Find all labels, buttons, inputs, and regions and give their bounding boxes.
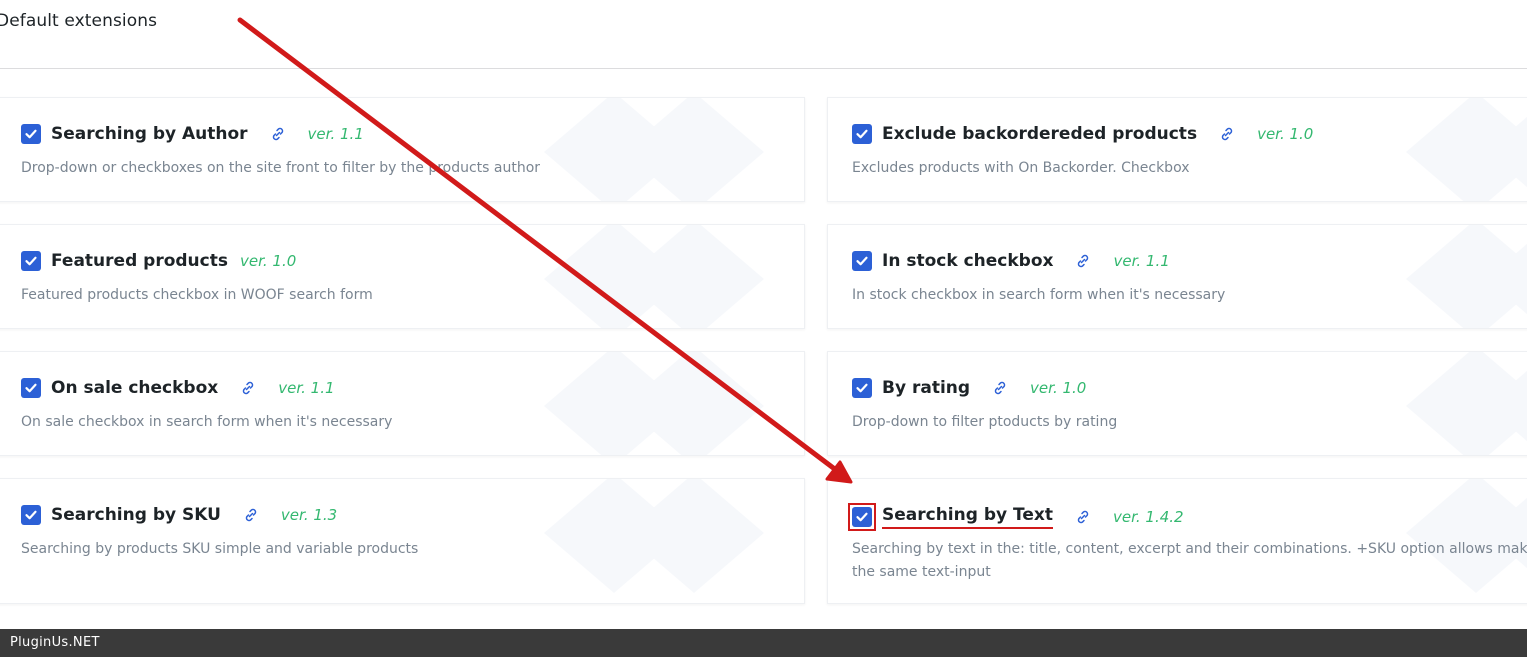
checkmark-icon (25, 510, 37, 520)
box-logo-icon (1406, 225, 1527, 328)
extension-description: In stock checkbox in search form when it… (852, 287, 1226, 303)
extension-checkbox[interactable] (21, 251, 41, 271)
link-icon[interactable] (240, 380, 256, 396)
extension-card-on-sale: On sale checkbox ver. 1.1 On sale checkb… (0, 351, 805, 456)
extension-description: Drop-down or checkboxes on the site fron… (21, 160, 541, 176)
description-line: the same text-input (852, 564, 991, 580)
checkmark-icon (856, 256, 868, 266)
box-logo-icon (544, 352, 764, 455)
extension-checkbox[interactable] (852, 251, 872, 271)
link-icon[interactable] (1219, 126, 1235, 142)
box-logo-icon (544, 479, 764, 593)
link-icon[interactable] (270, 126, 286, 142)
extension-version: ver. 1.1 (1113, 252, 1170, 270)
extension-title: Featured products (51, 251, 228, 271)
extension-checkbox[interactable] (21, 505, 41, 525)
extension-title: Searching by SKU (51, 505, 221, 525)
extension-title: By rating (882, 378, 971, 398)
extension-card-featured-products: Featured products ver. 1.0 Featured prod… (0, 224, 805, 329)
checkmark-icon (25, 256, 37, 266)
checkmark-icon (856, 512, 868, 522)
extension-description: Searching by products SKU simple and var… (21, 541, 419, 557)
divider (0, 68, 1527, 69)
extension-title: In stock checkbox (882, 251, 1054, 271)
extension-title: Searching by Text (882, 505, 1053, 529)
extension-title: Exclude backorderedеd products (882, 124, 1198, 144)
extension-version: ver. 1.1 (307, 125, 364, 143)
box-logo-icon (544, 225, 764, 328)
checkbox-highlight (848, 503, 876, 531)
extension-version: ver. 1.3 (280, 506, 338, 524)
extension-description: Drop-down to filter ptoducts by rating (852, 414, 1118, 430)
link-icon[interactable] (243, 507, 259, 523)
extension-checkbox[interactable] (852, 378, 872, 398)
extension-title: Searching by Author (51, 124, 248, 144)
extension-card-by-rating: By rating ver. 1.0 Drop-down to filter p… (827, 351, 1527, 456)
extension-version: ver. 1.0 (239, 252, 297, 270)
extension-card-exclude-backordered: Exclude backorderedеd products ver. 1.0 … (827, 97, 1527, 202)
page-title: Default extensions (0, 11, 158, 31)
extension-description: Featured products checkbox in WOOF searc… (21, 287, 373, 303)
extension-card-searching-by-sku: Searching by SKU ver. 1.3 Searching by p… (0, 478, 805, 604)
checkmark-icon (25, 129, 37, 139)
link-icon[interactable] (1075, 509, 1091, 525)
box-logo-icon (1406, 352, 1527, 455)
checkmark-icon (856, 383, 868, 393)
extension-card-searching-by-author: Searching by Author ver. 1.1 Drop-down o… (0, 97, 805, 202)
extension-checkbox[interactable] (852, 507, 872, 527)
box-logo-icon (1406, 98, 1527, 201)
extension-card-searching-by-text: Searching by Text ver. 1.4.2 Searching b… (827, 478, 1527, 604)
footer-brand: PluginUs.NET (10, 635, 100, 650)
extension-version: ver. 1.0 (1257, 125, 1314, 143)
extension-card-in-stock: In stock checkbox ver. 1.1 In stock chec… (827, 224, 1527, 329)
extension-version: ver. 1.4.2 (1112, 508, 1184, 526)
link-icon[interactable] (1075, 253, 1091, 269)
extension-checkbox[interactable] (21, 124, 41, 144)
extension-version: ver. 1.0 (1030, 379, 1087, 397)
extension-checkbox[interactable] (852, 124, 872, 144)
footer-bar: PluginUs.NET (0, 629, 1527, 657)
extension-checkbox[interactable] (21, 378, 41, 398)
description-line: Searching by text in the: title, content… (852, 541, 1527, 557)
extension-description: Searching by text in the: title, content… (852, 538, 1527, 584)
checkmark-icon (856, 129, 868, 139)
box-logo-icon (544, 98, 764, 201)
extension-version: ver. 1.1 (278, 379, 335, 397)
link-icon[interactable] (992, 380, 1008, 396)
checkmark-icon (25, 383, 37, 393)
extension-description: On sale checkbox in search form when it'… (21, 414, 393, 430)
extension-description: Excludes products with On Backorder. Che… (852, 160, 1190, 176)
extension-title: On sale checkbox (51, 378, 219, 398)
